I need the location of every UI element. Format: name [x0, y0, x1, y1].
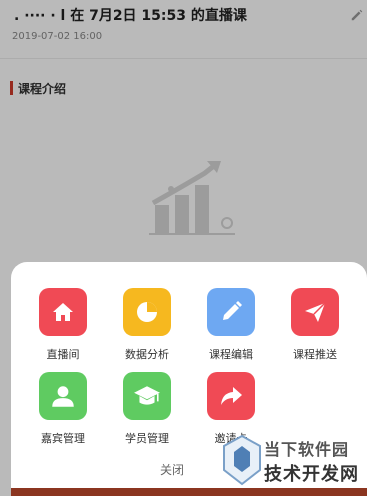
menu-item-course-push[interactable]: 课程推送 — [280, 288, 350, 362]
menu-item-label: 数据分析 — [125, 348, 169, 361]
watermark-line-2: 技术开发网 — [264, 464, 359, 485]
menu-item-course-edit[interactable]: 课程编辑 — [196, 288, 266, 362]
user-icon — [39, 372, 87, 420]
pie-chart-icon — [123, 288, 171, 336]
menu-item-label: 课程编辑 — [209, 348, 253, 361]
watermark: 当下软件园 技术开发网 — [222, 432, 367, 488]
send-icon — [291, 288, 339, 336]
menu-item-guest-management[interactable]: 嘉宾管理 — [28, 372, 98, 446]
menu-item-student-management[interactable]: 学员管理 — [112, 372, 182, 446]
menu-item-label: 学员管理 — [125, 432, 169, 445]
sheet-bottom-bar — [11, 488, 367, 496]
graduation-cap-icon — [123, 372, 171, 420]
watermark-line-1: 当下软件园 — [264, 440, 350, 459]
menu-item-live-room[interactable]: 直播间 — [28, 288, 98, 362]
close-button[interactable]: 关闭 — [160, 461, 184, 478]
pencil-icon — [207, 288, 255, 336]
menu-item-data-analysis[interactable]: 数据分析 — [112, 288, 182, 362]
home-icon — [39, 288, 87, 336]
watermark-logo-icon — [223, 434, 261, 486]
menu-item-label: 课程推送 — [293, 348, 337, 361]
share-arrow-icon — [207, 372, 255, 420]
menu-item-label: 直播间 — [46, 348, 80, 361]
menu-item-label: 嘉宾管理 — [41, 432, 85, 445]
